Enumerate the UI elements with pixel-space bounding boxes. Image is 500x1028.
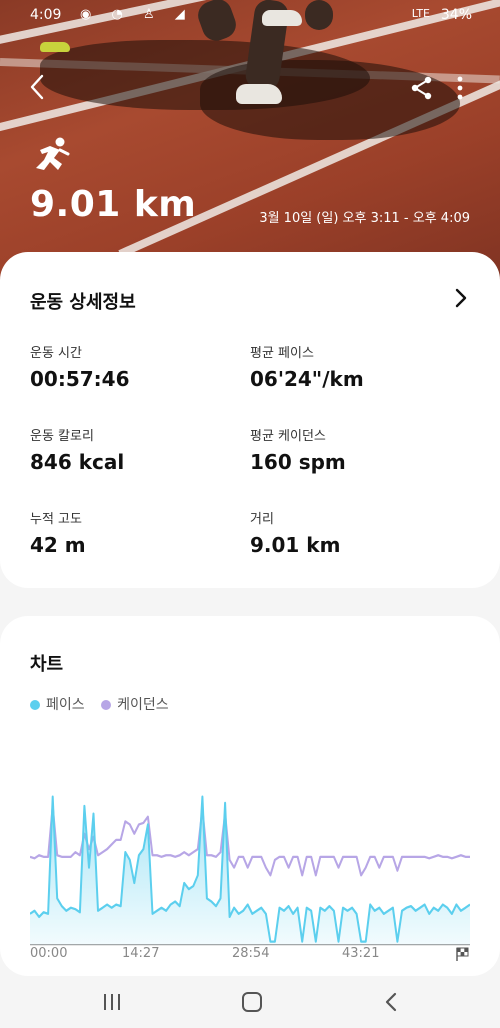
stat-avg-pace: 평균 페이스 06'24"/km <box>250 342 364 391</box>
stat-calories: 운동 칼로리 846 kcal <box>30 425 124 474</box>
share-icon[interactable] <box>408 74 436 102</box>
stat-elevation: 누적 고도 42 m <box>30 508 86 557</box>
chart-legend: 페이스 케이던스 <box>30 694 181 714</box>
x-tick-label: 00:00 <box>30 946 68 961</box>
x-tick-label: 43:21 <box>342 946 380 961</box>
stat-value: 846 kcal <box>30 450 125 474</box>
details-title: 운동 상세정보 <box>30 292 136 313</box>
back-arrow-icon[interactable] <box>26 72 50 102</box>
finish-flag-icon <box>454 946 470 962</box>
stat-label: 평균 케이던스 <box>250 429 326 444</box>
stat-label: 운동 칼로리 <box>30 429 94 444</box>
legend-item-cadence: 케이던스 <box>101 694 169 714</box>
stat-avg-cadence: 평균 케이던스 160 spm <box>250 425 346 474</box>
chart-card: 차트 페이스 케이던스 00:00 14:27 28:54 43:21 <box>0 616 500 976</box>
workout-date-range: 3월 10일 (일) 오후 3:11 - 오후 4:09 <box>259 211 470 226</box>
stat-value: 160 spm <box>250 450 346 474</box>
stat-value: 42 m <box>30 533 86 557</box>
stat-value: 00:57:46 <box>30 367 130 391</box>
stat-value: 9.01 km <box>250 533 341 557</box>
stat-distance: 거리 9.01 km <box>250 508 340 557</box>
legend-dot-cadence <box>101 700 112 710</box>
hero-image <box>0 0 500 290</box>
notification-icons: ◉ ◔ ♙ ◢ <box>80 7 193 22</box>
running-person-icon <box>30 136 72 176</box>
status-bar: 4:09 ◉ ◔ ♙ ◢ LTE 34% <box>0 0 500 32</box>
pace-cadence-chart[interactable] <box>30 786 470 956</box>
network-type: LTE <box>411 7 430 20</box>
stat-duration: 운동 시간 00:57:46 <box>30 342 130 391</box>
stat-label: 운동 시간 <box>30 346 82 361</box>
back-icon[interactable] <box>378 988 406 1016</box>
workout-details-card[interactable]: 운동 상세정보 운동 시간 00:57:46 평균 페이스 06'24"/km … <box>0 252 500 588</box>
total-distance: 9.01 km <box>30 184 197 225</box>
chart-title: 차트 <box>30 654 64 675</box>
stat-label: 누적 고도 <box>30 512 82 527</box>
recents-icon[interactable] <box>98 988 126 1016</box>
status-time: 4:09 <box>30 7 62 23</box>
legend-label: 페이스 <box>46 697 85 713</box>
stat-label: 평균 페이스 <box>250 346 314 361</box>
legend-item-pace: 페이스 <box>30 694 85 714</box>
more-options-icon[interactable] <box>452 74 468 102</box>
legend-label: 케이던스 <box>117 697 169 713</box>
system-nav-bar <box>0 976 500 1028</box>
x-tick-label: 14:27 <box>122 946 160 961</box>
chevron-right-icon[interactable] <box>452 286 470 310</box>
stat-label: 거리 <box>250 512 274 527</box>
battery-percent: 34% <box>440 7 472 23</box>
legend-dot-pace <box>30 700 40 710</box>
x-tick-label: 28:54 <box>232 946 270 961</box>
stat-value: 06'24"/km <box>250 367 364 391</box>
home-icon[interactable] <box>238 988 266 1016</box>
